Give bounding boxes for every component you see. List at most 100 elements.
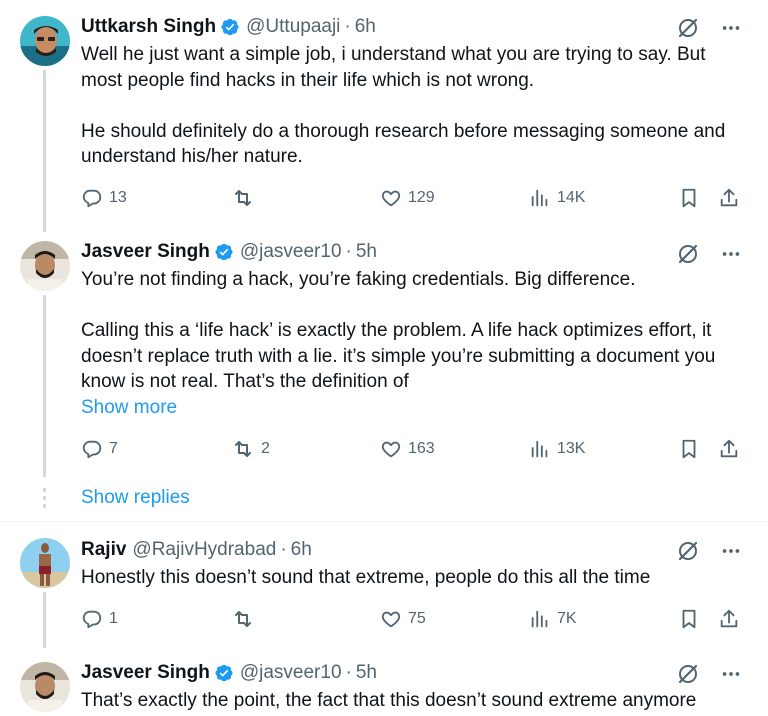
tweet-header: Jasveer Singh @jasveer10 · 5h (81, 661, 377, 685)
tweet-header: Rajiv @RajivHydrabad · 6h (81, 538, 312, 562)
like-button[interactable]: 75 (380, 607, 426, 631)
author-name[interactable]: Uttkarsh Singh (81, 16, 216, 38)
verified-badge-icon (214, 663, 234, 683)
heart-icon (380, 187, 402, 209)
show-more-link[interactable]: Show more (81, 395, 751, 421)
like-button[interactable]: 129 (380, 186, 435, 210)
tweet-text: You’re not finding a hack, you’re faking… (81, 267, 751, 420)
timestamp[interactable]: 5h (356, 241, 377, 263)
tweet-top-actions (676, 662, 742, 686)
show-replies-link[interactable]: Show replies (81, 487, 190, 509)
bookmark-icon (678, 608, 700, 630)
reply-count: 7 (109, 440, 118, 457)
tweet-top-actions (676, 16, 742, 40)
like-button[interactable]: 163 (380, 437, 435, 461)
bookmark-button[interactable] (678, 607, 700, 631)
more-options-icon[interactable] (720, 243, 742, 265)
share-button[interactable] (718, 607, 740, 631)
tweet-header: Jasveer Singh @jasveer10 · 5h (81, 240, 377, 264)
separator: · (345, 241, 352, 262)
separator: · (280, 539, 287, 560)
reply-count: 1 (109, 610, 118, 627)
reply-button[interactable]: 13 (81, 186, 127, 210)
views-button[interactable]: 13K (529, 437, 585, 461)
views-icon (529, 438, 551, 460)
author-handle[interactable]: @jasveer10 (240, 241, 342, 263)
more-options-icon[interactable] (720, 663, 742, 685)
retweet-button[interactable] (231, 607, 255, 631)
divider (0, 521, 768, 522)
bookmark-button[interactable] (678, 186, 700, 210)
thread-line-dotted (43, 488, 46, 512)
author-handle[interactable]: @RajivHydrabad (132, 539, 276, 561)
share-icon (718, 608, 740, 630)
timestamp[interactable]: 6h (355, 16, 376, 38)
avatar[interactable] (20, 16, 70, 66)
avatar[interactable] (20, 241, 70, 291)
verified-badge-icon (220, 17, 240, 37)
author-name[interactable]: Jasveer Singh (81, 662, 210, 684)
reply-icon (81, 187, 103, 209)
like-count: 163 (408, 440, 435, 457)
tweet-paragraph: Calling this a ‘life hack’ is exactly th… (81, 320, 716, 392)
view-count: 7K (557, 610, 577, 627)
share-button[interactable] (718, 186, 740, 210)
reply-button[interactable]: 7 (81, 437, 118, 461)
retweet-button[interactable] (231, 186, 255, 210)
tweet-header: Uttkarsh Singh @Uttupaaji · 6h (81, 15, 376, 39)
tweet-paragraph: You’re not finding a hack, you’re faking… (81, 269, 636, 290)
author-handle[interactable]: @Uttupaaji (246, 16, 340, 38)
separator: · (345, 662, 352, 683)
views-button[interactable]: 14K (529, 186, 585, 210)
views-icon (529, 187, 551, 209)
heart-icon (380, 438, 402, 460)
verified-badge-icon (214, 242, 234, 262)
author-handle[interactable]: @jasveer10 (240, 662, 342, 684)
tweet-paragraph: That’s exactly the point, the fact that … (81, 690, 697, 711)
retweet-button[interactable]: 2 (231, 437, 270, 461)
avatar[interactable] (20, 538, 70, 588)
timestamp[interactable]: 5h (356, 662, 377, 684)
bookmark-icon (678, 438, 700, 460)
views-icon (529, 608, 551, 630)
reply-icon (81, 608, 103, 630)
retweet-icon (231, 437, 255, 461)
author-name[interactable]: Rajiv (81, 539, 126, 561)
retweet-count: 2 (261, 440, 270, 457)
timestamp[interactable]: 6h (291, 539, 312, 561)
view-count: 14K (557, 189, 586, 206)
like-count: 75 (408, 610, 426, 627)
thread-line (43, 295, 46, 477)
bookmark-button[interactable] (678, 437, 700, 461)
bookmark-icon (678, 187, 700, 209)
thread-line (43, 70, 46, 232)
tweet-paragraph: Well he just want a simple job, i unders… (81, 44, 706, 91)
views-button[interactable]: 7K (529, 607, 577, 631)
share-icon (718, 187, 740, 209)
tweet-actions: 1 75 7K (81, 607, 743, 631)
reply-count: 13 (109, 189, 127, 206)
tweet-top-actions (676, 539, 742, 563)
grok-icon[interactable] (676, 16, 700, 40)
retweet-icon (231, 186, 255, 210)
share-button[interactable] (718, 437, 740, 461)
tweet-text: That’s exactly the point, the fact that … (81, 688, 751, 714)
avatar[interactable] (20, 662, 70, 712)
tweet-actions: 13 129 14K (81, 186, 743, 210)
tweet-top-actions (676, 242, 742, 266)
separator: · (344, 16, 351, 37)
tweet-text: Honestly this doesn’t sound that extreme… (81, 565, 751, 591)
view-count: 13K (557, 440, 586, 457)
reply-button[interactable]: 1 (81, 607, 118, 631)
tweet-text: Well he just want a simple job, i unders… (81, 42, 751, 170)
grok-icon[interactable] (676, 539, 700, 563)
author-name[interactable]: Jasveer Singh (81, 241, 210, 263)
more-options-icon[interactable] (720, 540, 742, 562)
like-count: 129 (408, 189, 435, 206)
share-icon (718, 438, 740, 460)
retweet-icon (231, 607, 255, 631)
heart-icon (380, 608, 402, 630)
grok-icon[interactable] (676, 662, 700, 686)
more-options-icon[interactable] (720, 17, 742, 39)
grok-icon[interactable] (676, 242, 700, 266)
